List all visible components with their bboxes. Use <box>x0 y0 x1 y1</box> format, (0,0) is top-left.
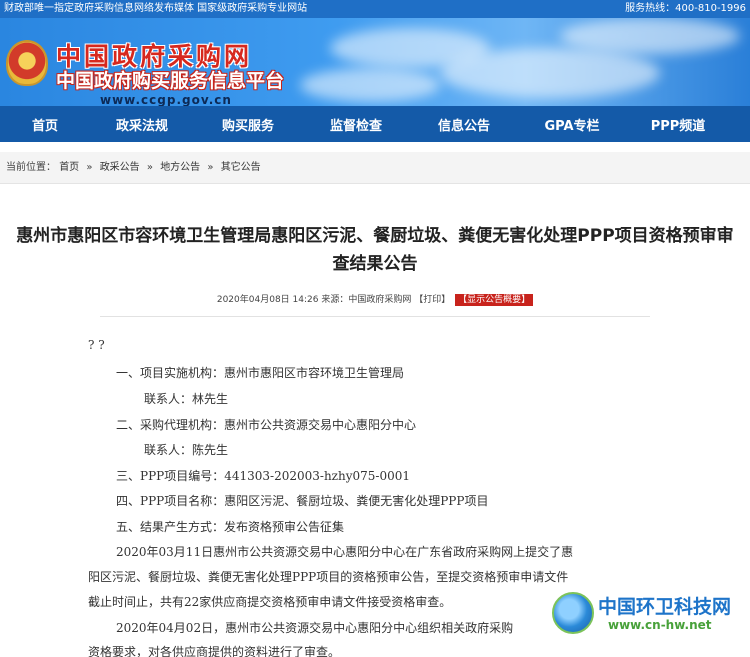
national-emblem-icon <box>6 40 48 86</box>
site-banner: 中国政府采购网 中国政府购买服务信息平台 www.ccgp.gov.cn <box>0 18 750 106</box>
site-logo-subtitle: 中国政府购买服务信息平台 <box>56 70 285 92</box>
top-tagline: 财政部唯一指定政府采购信息网络发布媒体 国家级政府采购专业网站 <box>4 3 308 14</box>
breadcrumb-local-notices[interactable]: 地方公告 <box>160 162 200 173</box>
site-url: www.ccgp.gov.cn <box>100 93 232 106</box>
publish-date: 2020年04月08日 14:26 <box>216 295 319 305</box>
divider <box>100 316 650 317</box>
body-line: 阳区污泥、餐厨垃圾、粪便无害化处理PPP项目的资格预审公告，至提交资格预审申请文… <box>88 570 569 584</box>
body-line: 三、PPP项目编号：441303-202003-hzhy075-0001 <box>116 469 411 483</box>
watermark-url: www.cn-hw.net <box>608 618 712 632</box>
body-line: 联系人：林先生 <box>144 392 229 406</box>
show-summary-button[interactable]: 【显示公告概要】 <box>455 294 534 306</box>
article-source: 来源：中国政府采购网 <box>321 295 412 305</box>
body-line: 五、结果产生方式：发布资格预审公告征集 <box>116 520 345 534</box>
nav-item-announcements[interactable]: 信息公告 <box>410 115 518 134</box>
body-line: 2020年04月02日，惠州市公共资源交易中心惠阳分中心组织相关政府采购 <box>116 621 514 635</box>
body-line: ? ? <box>88 338 105 352</box>
breadcrumb-separator-icon: » <box>207 162 214 173</box>
body-line: 截止时间止，共有22家供应商提交资格预审申请文件接受资格审查。 <box>88 595 452 609</box>
print-link[interactable]: 【打印】 <box>414 295 450 305</box>
service-hotline: 服务热线：400-810-1996 <box>625 3 746 14</box>
nav-item-ppp[interactable]: PPP频道 <box>626 115 730 134</box>
body-line: 二、采购代理机构：惠州市公共资源交易中心惠阳分中心 <box>116 418 417 432</box>
breadcrumb-home[interactable]: 首页 <box>59 162 79 173</box>
breadcrumb: 当前位置： 首页 » 政采公告 » 地方公告 » 其它公告 <box>0 152 750 184</box>
nav-item-purchase-services[interactable]: 购买服务 <box>194 115 302 134</box>
watermark-logo: 中国环卫科技网 www.cn-hw.net <box>552 584 742 644</box>
breadcrumb-procurement-notices[interactable]: 政采公告 <box>100 162 140 173</box>
nav-item-home[interactable]: 首页 <box>0 115 90 134</box>
breadcrumb-separator-icon: » <box>146 162 153 173</box>
main-nav: 首页 政采法规 购买服务 监督检查 信息公告 GPA专栏 PPP频道 <box>0 106 750 142</box>
top-info-bar: 财政部唯一指定政府采购信息网络发布媒体 国家级政府采购专业网站 服务热线：400… <box>0 0 750 18</box>
article-meta: 2020年04月08日 14:26 来源：中国政府采购网 【打印】 【显示公告概… <box>0 294 750 306</box>
breadcrumb-separator-icon: » <box>86 162 93 173</box>
body-line: 四、PPP项目名称：惠阳区污泥、餐厨垃圾、粪便无害化处理PPP项目 <box>116 494 489 508</box>
nav-item-gpa[interactable]: GPA专栏 <box>518 115 626 134</box>
nav-item-supervision[interactable]: 监督检查 <box>302 115 410 134</box>
body-line: 资格要求，对各供应商提供的资料进行了审查。 <box>88 645 341 657</box>
globe-icon <box>552 592 594 634</box>
watermark-name: 中国环卫科技网 <box>598 596 732 618</box>
body-line: 一、项目实施机构：惠州市惠阳区市容环境卫生管理局 <box>116 366 405 380</box>
article-title: 惠州市惠阳区市容环境卫生管理局惠阳区污泥、餐厨垃圾、粪便无害化处理PPP项目资格… <box>16 226 734 274</box>
nav-item-regulations[interactable]: 政采法规 <box>90 115 194 134</box>
breadcrumb-prefix: 当前位置： <box>6 162 56 173</box>
body-line: 联系人：陈先生 <box>144 443 229 457</box>
body-line: 2020年03月11日惠州市公共资源交易中心惠阳分中心在广东省政府采购网上提交了… <box>116 545 574 559</box>
breadcrumb-other-notices[interactable]: 其它公告 <box>221 162 261 173</box>
